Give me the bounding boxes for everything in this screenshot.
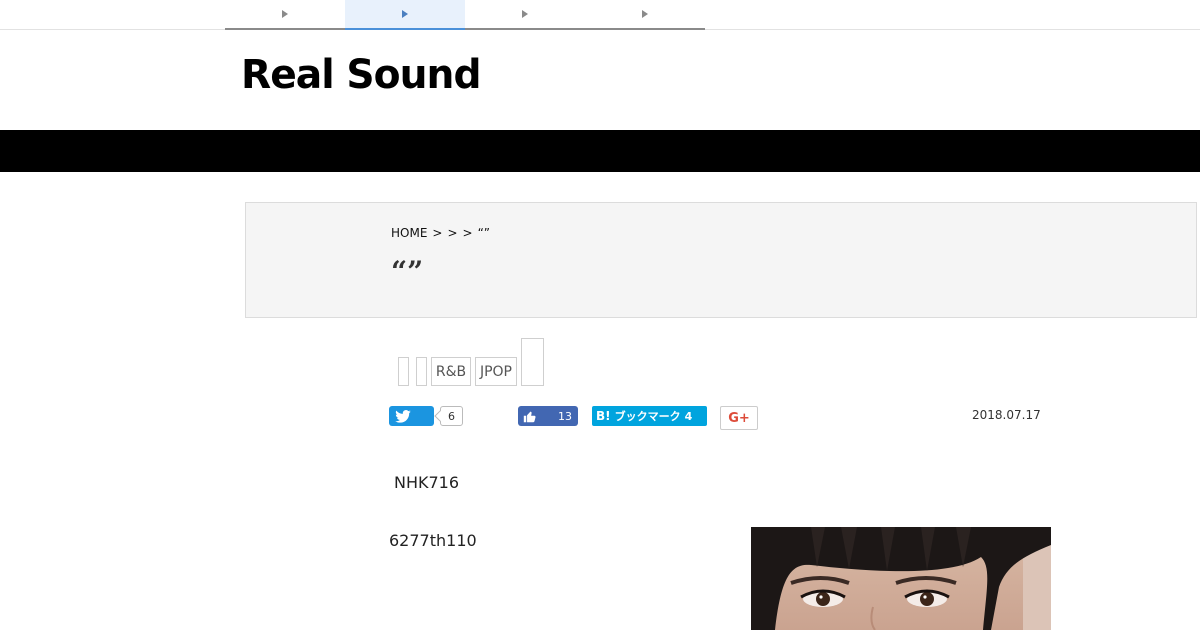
tag-item[interactable] bbox=[521, 338, 544, 386]
title-panel: HOME > > > “” “” bbox=[245, 202, 1197, 318]
top-tab-bar bbox=[225, 0, 705, 30]
top-tab-1[interactable] bbox=[225, 0, 345, 28]
hatena-label: ブックマーク bbox=[614, 410, 681, 423]
play-triangle-icon bbox=[642, 10, 648, 18]
article-paragraph: NHK716 bbox=[394, 473, 460, 492]
portrait-image bbox=[751, 527, 1051, 630]
tag-item[interactable] bbox=[398, 357, 409, 386]
top-tab-2[interactable] bbox=[345, 0, 465, 30]
thumbs-up-icon bbox=[523, 411, 536, 422]
publish-date: 2018.07.17 bbox=[972, 408, 1041, 422]
play-triangle-icon bbox=[402, 10, 408, 18]
hatena-b-icon: B! bbox=[596, 409, 611, 423]
top-tab-3[interactable] bbox=[465, 0, 585, 28]
play-triangle-icon bbox=[522, 10, 528, 18]
top-tab-4[interactable] bbox=[585, 0, 705, 28]
top-navigation bbox=[0, 0, 1200, 30]
breadcrumb-current: “” bbox=[477, 226, 491, 240]
twitter-share-count: 6 bbox=[440, 406, 463, 426]
breadcrumb-separator: > bbox=[447, 226, 458, 240]
google-plus-button[interactable]: G+ bbox=[720, 406, 758, 430]
page-title: “” bbox=[391, 255, 424, 288]
breadcrumb-home[interactable]: HOME bbox=[391, 226, 427, 240]
facebook-like-button[interactable]: 13 bbox=[518, 406, 578, 426]
google-plus-icon: G+ bbox=[728, 410, 750, 426]
breadcrumb-separator: > bbox=[432, 226, 443, 240]
breadcrumb: HOME > > > “” bbox=[391, 226, 490, 240]
twitter-bird-icon bbox=[395, 409, 411, 423]
hatena-bookmark-button[interactable]: B! ブックマーク 4 bbox=[592, 406, 707, 426]
breadcrumb-separator: > bbox=[462, 226, 473, 240]
tag-item[interactable] bbox=[416, 357, 427, 386]
article-paragraph: 6277th110 bbox=[389, 531, 477, 550]
site-logo[interactable]: Real Sound bbox=[241, 52, 482, 98]
play-triangle-icon bbox=[282, 10, 288, 18]
tag-item[interactable]: JPOP bbox=[475, 357, 517, 386]
facebook-like-count: 13 bbox=[558, 409, 572, 423]
global-menu-bar bbox=[0, 130, 1200, 172]
hatena-count: 4 bbox=[684, 409, 693, 423]
tag-item[interactable]: R&B bbox=[431, 357, 471, 386]
twitter-share-button[interactable] bbox=[389, 406, 434, 426]
article-photo bbox=[751, 527, 1051, 630]
